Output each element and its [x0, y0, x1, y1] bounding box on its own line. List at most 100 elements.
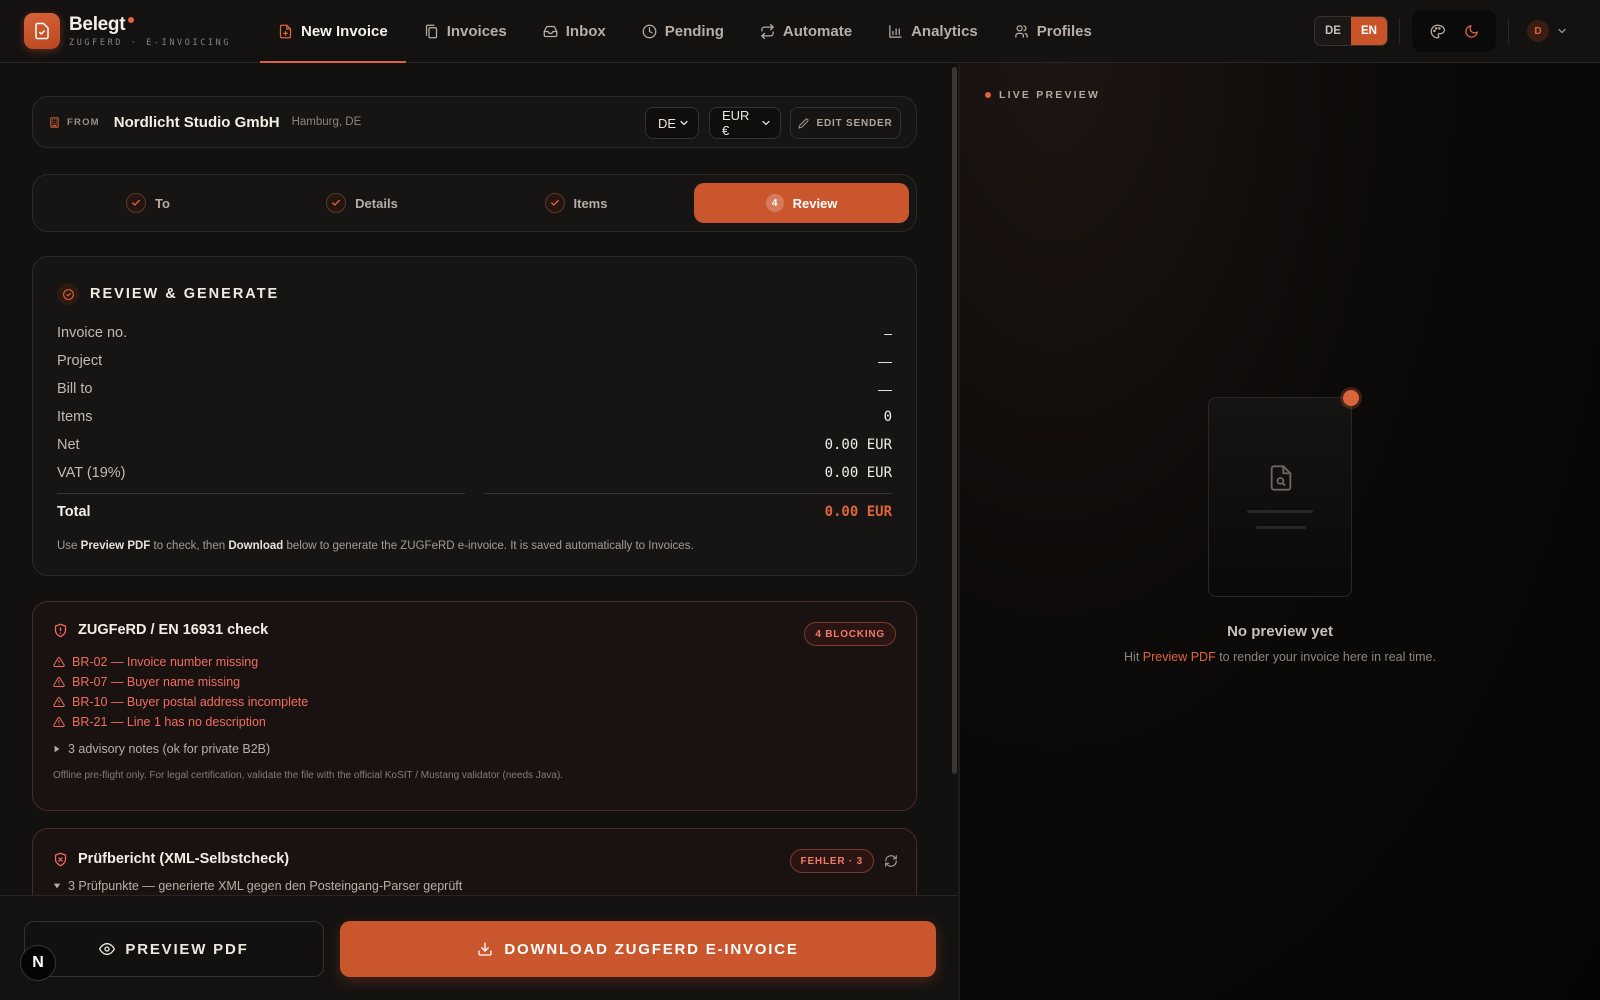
refresh-icon[interactable] — [884, 854, 898, 868]
edit-sender-button[interactable]: EDIT SENDER — [790, 107, 901, 139]
row-value: — — [878, 381, 892, 397]
dev-tools-badge[interactable]: N — [20, 945, 56, 981]
row-value: – — [884, 325, 892, 341]
nav-label: Automate — [782, 22, 853, 40]
document-placeholder — [1208, 390, 1359, 597]
download-label: DOWNLOAD ZUGFERD E-INVOICE — [504, 940, 799, 958]
chevron-down-icon[interactable] — [1556, 25, 1568, 37]
repeat-icon — [761, 23, 774, 39]
issue-text: BR-10 — Buyer postal address incomplete — [72, 695, 309, 709]
brand-subtitle: ZUGFERD · E-INVOICING — [69, 38, 232, 48]
xml-report-summary: 3 Prüfpunkte — generierte XML gegen den … — [68, 879, 463, 893]
empty-state-title: No preview yet — [1227, 623, 1333, 640]
validation-card: ZUGFeRD / EN 16931 check 4 BLOCKING BR-0… — [32, 601, 917, 811]
nav-profiles[interactable]: Profiles — [996, 0, 1110, 63]
divider — [1399, 18, 1400, 44]
lang-de-button[interactable]: DE — [1315, 17, 1351, 45]
note-text: Use — [57, 540, 81, 552]
row-value: 0.00 EUR — [824, 465, 892, 481]
nav-label: New Invoice — [301, 22, 388, 40]
from-label: FROM — [67, 116, 100, 128]
file-search-icon — [1270, 465, 1292, 491]
chevron-down-icon — [762, 120, 770, 126]
pencil-icon — [798, 118, 809, 129]
step-review[interactable]: 4 Review — [694, 183, 909, 223]
avatar[interactable]: D — [1527, 20, 1549, 42]
summary-row: Net 0.00 EUR — [57, 431, 892, 459]
preview-pdf-link[interactable]: Preview PDF — [1143, 650, 1216, 664]
row-label: Net — [57, 437, 80, 453]
step-to[interactable]: To — [41, 183, 255, 223]
caret-down-icon — [53, 883, 61, 889]
nav-invoices[interactable]: Invoices — [406, 0, 525, 63]
nav-automate[interactable]: Automate — [742, 0, 870, 63]
preview-pdf-label: PREVIEW PDF — [125, 940, 249, 958]
country-select[interactable]: DE — [645, 107, 699, 139]
nav-pending[interactable]: Pending — [624, 0, 742, 63]
review-note: Use Preview PDF to check, then Download … — [57, 540, 892, 552]
issue-text: BR-07 — Buyer name missing — [72, 675, 241, 689]
scrollbar[interactable] — [952, 67, 957, 774]
top-bar: Belegt ZUGFERD · E-INVOICING New Invoice… — [0, 0, 1600, 63]
row-value: 0 — [883, 409, 892, 425]
note-text: to check, then — [150, 540, 229, 552]
row-label: Project — [57, 353, 103, 369]
caret-right-icon — [54, 745, 60, 753]
status-dot — [1343, 390, 1359, 406]
note-text: below to generate the ZUGFeRD e-invoice.… — [283, 540, 694, 552]
live-preview-label: LIVE PREVIEW — [999, 89, 1101, 101]
step-details[interactable]: Details — [255, 183, 469, 223]
empty-text: to render your invoice here in real time… — [1215, 650, 1436, 664]
brand[interactable]: Belegt ZUGFERD · E-INVOICING — [24, 13, 236, 49]
step-items[interactable]: Items — [469, 183, 683, 223]
brand-name: Belegt — [69, 14, 126, 35]
preview-pdf-button[interactable]: PREVIEW PDF — [24, 921, 324, 977]
nav-label: Invoices — [446, 22, 507, 40]
palette-icon[interactable] — [1423, 17, 1451, 45]
nav-label: Profiles — [1036, 22, 1092, 40]
divider — [57, 493, 892, 494]
summary-row: VAT (19%) 0.00 EUR — [57, 459, 892, 487]
shield-icon — [54, 623, 67, 637]
sender-name: Nordlicht Studio GmbH — [113, 113, 280, 131]
step-number: 4 — [765, 194, 784, 212]
summary-row: Bill to — — [57, 375, 892, 403]
advisory-toggle[interactable]: 3 advisory notes (ok for private B2B) — [53, 742, 896, 756]
issue-text: BR-02 — Invoice number missing — [72, 655, 259, 669]
warning-icon — [53, 676, 65, 687]
bar-chart-icon — [889, 24, 902, 38]
inbox-icon — [543, 25, 558, 37]
check-icon — [544, 193, 565, 213]
note-bold: Preview PDF — [80, 540, 151, 552]
check-icon — [326, 193, 347, 213]
summary-row: Project — — [57, 347, 892, 375]
advisory-text: 3 advisory notes (ok for private B2B) — [68, 742, 271, 756]
download-icon — [478, 942, 493, 956]
nav-analytics[interactable]: Analytics — [870, 0, 996, 63]
row-value: 0.00 EUR — [824, 437, 892, 453]
check-icon — [126, 193, 147, 213]
step-indicator: To Details Items 4 Review — [32, 174, 917, 232]
error-badge: FEHLER · 3 — [789, 849, 874, 873]
placeholder-line — [1256, 526, 1306, 529]
lang-en-button[interactable]: EN — [1351, 17, 1387, 45]
issue-item: BR-21 — Line 1 has no description — [53, 712, 896, 732]
moon-icon[interactable] — [1457, 17, 1485, 45]
total-value: 0.00 EUR — [824, 504, 892, 520]
currency-select-value: EUR € — [722, 108, 750, 138]
users-icon — [1015, 24, 1028, 38]
chevron-down-icon — [680, 120, 688, 126]
check-circle-icon — [57, 283, 79, 305]
files-icon — [425, 24, 437, 38]
note-bold: Download — [228, 540, 284, 552]
currency-select[interactable]: EUR € — [709, 107, 781, 139]
edit-sender-label: EDIT SENDER — [816, 117, 893, 129]
xml-report-toggle[interactable]: 3 Prüfpunkte — generierte XML gegen den … — [53, 879, 896, 893]
issue-item: BR-10 — Buyer postal address incomplete — [53, 692, 896, 712]
summary-row: Items 0 — [57, 403, 892, 431]
empty-text: Hit — [1124, 650, 1143, 664]
nav-new-invoice[interactable]: New Invoice — [260, 0, 406, 63]
nav-inbox[interactable]: Inbox — [525, 0, 624, 63]
download-button[interactable]: DOWNLOAD ZUGFERD E-INVOICE — [340, 921, 936, 977]
blocking-badge: 4 BLOCKING — [804, 622, 896, 646]
